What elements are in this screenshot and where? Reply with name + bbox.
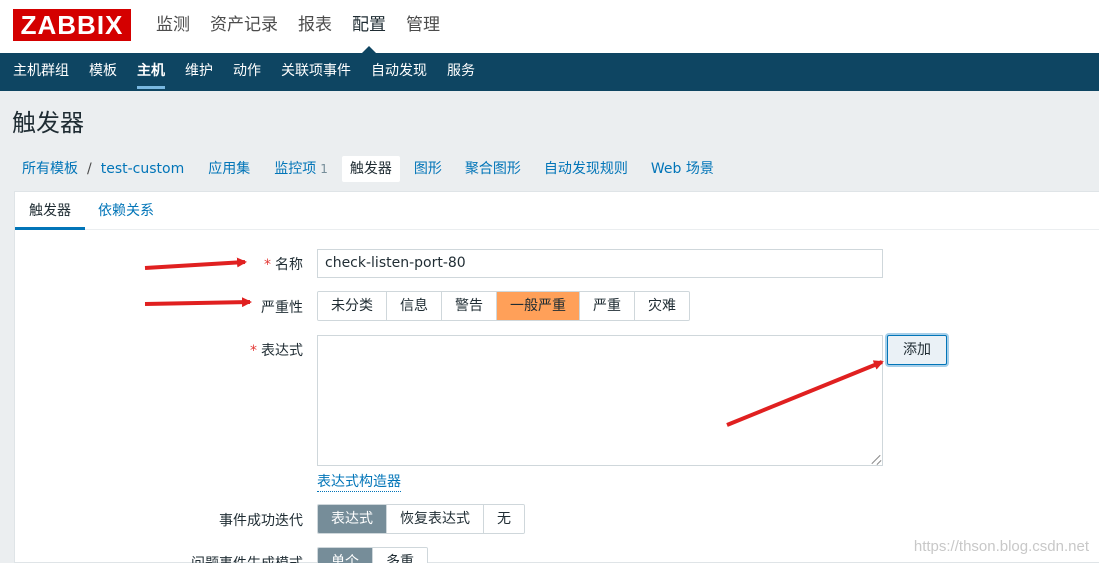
top-bar: ZABBIX 监测 资产记录 报表 配置 管理 — [0, 0, 1099, 53]
severity-not-classified[interactable]: 未分类 — [318, 292, 387, 320]
problem-mode-selector: 单个 多重 — [317, 547, 428, 563]
breadcrumb-separator: / — [87, 161, 92, 177]
nav-discovery-rules[interactable]: 自动发现规则 — [536, 156, 636, 182]
sub-menu-maintenance[interactable]: 维护 — [175, 53, 223, 91]
top-menu-configuration[interactable]: 配置 — [342, 0, 396, 53]
severity-warning[interactable]: 警告 — [442, 292, 497, 320]
tab-trigger[interactable]: 触发器 — [15, 192, 85, 230]
severity-selector: 未分类 信息 警告 一般严重 严重 灾难 — [317, 291, 690, 321]
page-title: 触发器 — [12, 109, 84, 137]
nav-items-count: 1 — [320, 162, 328, 176]
top-menu-inventory[interactable]: 资产记录 — [200, 0, 288, 53]
severity-information[interactable]: 信息 — [387, 292, 442, 320]
nav-items[interactable]: 监控项 1 — [266, 156, 336, 182]
top-menu-administration[interactable]: 管理 — [396, 0, 450, 53]
watermark: https://thson.blog.csdn.net — [913, 538, 1089, 555]
top-menu-monitoring[interactable]: 监测 — [146, 0, 200, 53]
name-label: * 名称 — [264, 254, 303, 274]
problem-mode-label: 问题事件生成模式 — [191, 553, 303, 563]
trigger-form-panel: 触发器 依赖关系 * 名称 check-listen-port-80 严重性 未分… — [14, 191, 1099, 563]
expression-label: * 表达式 — [250, 340, 303, 360]
sub-menu-host-groups[interactable]: 主机群组 — [3, 53, 79, 91]
zabbix-logo[interactable]: ZABBIX — [13, 9, 131, 41]
ok-event-recovery-expression[interactable]: 恢复表达式 — [387, 505, 484, 533]
severity-high[interactable]: 严重 — [580, 292, 635, 320]
form-tabs: 触发器 依赖关系 — [15, 192, 1099, 230]
ok-event-none[interactable]: 无 — [484, 505, 524, 533]
problem-mode-multiple[interactable]: 多重 — [373, 548, 427, 563]
sub-menu-hosts[interactable]: 主机 — [127, 53, 175, 91]
add-expression-button[interactable]: 添加 — [887, 335, 947, 365]
ok-event-expression[interactable]: 表达式 — [318, 505, 387, 533]
nav-items-label: 监控项 — [274, 161, 317, 177]
severity-label: 严重性 — [261, 300, 303, 316]
nav-screens[interactable]: 聚合图形 — [457, 156, 529, 182]
severity-average[interactable]: 一般严重 — [497, 292, 580, 320]
resize-grip-icon[interactable] — [871, 454, 881, 464]
expression-builder-link[interactable]: 表达式构造器 — [317, 473, 401, 492]
nav-web-scenarios[interactable]: Web 场景 — [643, 156, 722, 182]
expression-textarea[interactable] — [317, 335, 883, 466]
expression-label-text: 表达式 — [261, 343, 303, 359]
name-input[interactable]: check-listen-port-80 — [317, 249, 883, 278]
top-menu: 监测 资产记录 报表 配置 管理 — [146, 0, 450, 53]
host-navigation: 所有模板 / test-custom 应用集 监控项 1 触发器 图形 聚合图形 … — [14, 154, 722, 184]
sub-menu: 主机群组 模板 主机 维护 动作 关联项事件 自动发现 服务 — [0, 53, 1099, 91]
sub-menu-discovery[interactable]: 自动发现 — [361, 53, 437, 91]
nav-applications[interactable]: 应用集 — [200, 156, 258, 182]
problem-mode-single[interactable]: 单个 — [318, 548, 373, 563]
severity-disaster[interactable]: 灾难 — [635, 292, 689, 320]
name-label-text: 名称 — [275, 257, 303, 273]
nav-all-templates[interactable]: 所有模板 — [14, 156, 86, 182]
required-mark: * — [250, 343, 257, 359]
tab-dependencies[interactable]: 依赖关系 — [98, 192, 154, 230]
sub-menu-event-correlation[interactable]: 关联项事件 — [271, 53, 361, 91]
top-menu-reports[interactable]: 报表 — [288, 0, 342, 53]
required-mark: * — [264, 257, 271, 273]
ok-event-selector: 表达式 恢复表达式 无 — [317, 504, 525, 534]
nav-triggers[interactable]: 触发器 — [341, 156, 400, 182]
ok-event-label: 事件成功迭代 — [219, 513, 303, 529]
nav-graphs[interactable]: 图形 — [406, 156, 450, 182]
sub-menu-services[interactable]: 服务 — [437, 53, 485, 91]
sub-menu-templates[interactable]: 模板 — [79, 53, 127, 91]
nav-host[interactable]: test-custom — [93, 156, 193, 182]
sub-menu-actions[interactable]: 动作 — [223, 53, 271, 91]
